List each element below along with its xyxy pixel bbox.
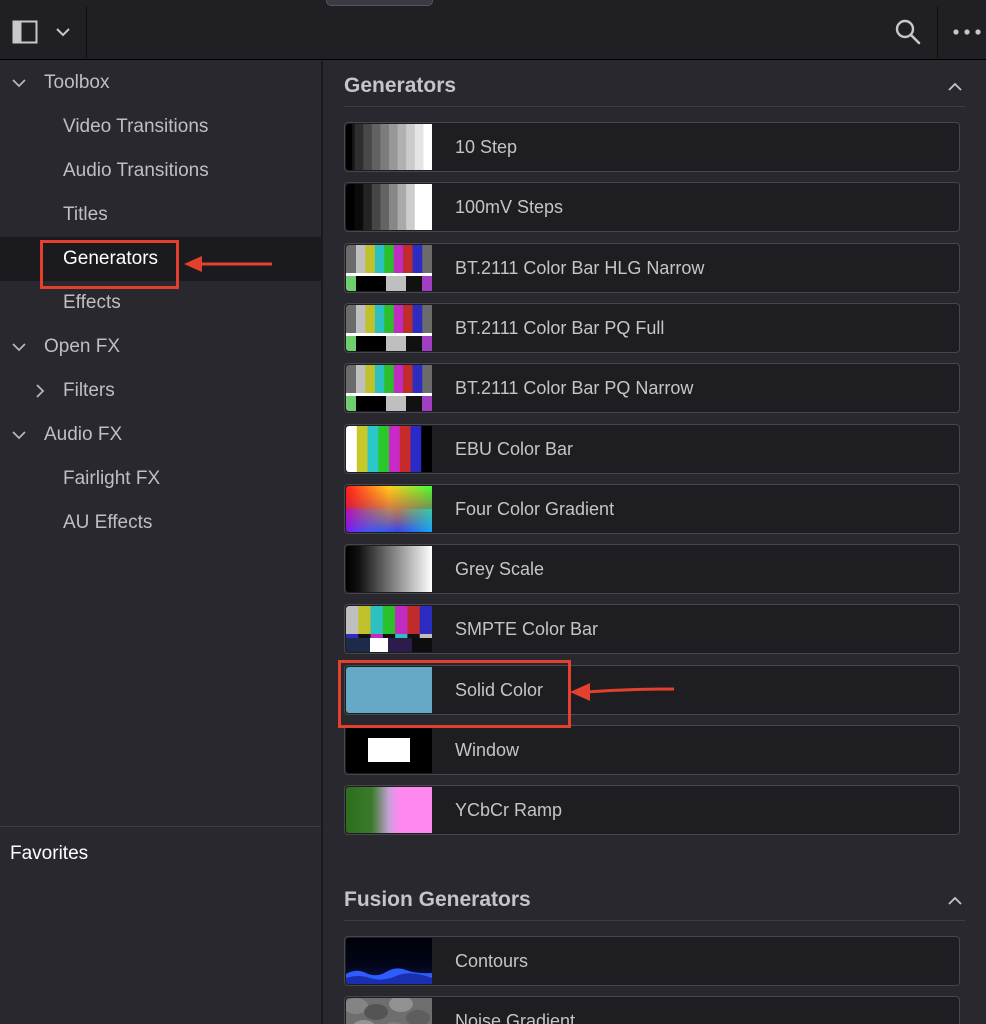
- generator-label: BT.2111 Color Bar PQ Narrow: [455, 378, 694, 398]
- generator-thumbnail: [346, 938, 432, 984]
- generator-item-100mv-steps[interactable]: 100mV Steps: [344, 182, 960, 232]
- sidebar: Toolbox Video Transitions Audio Transition…: [0, 61, 323, 1024]
- generator-item-grey-scale[interactable]: Grey Scale: [344, 544, 960, 594]
- generator-label: SMPTE Color Bar: [455, 619, 599, 639]
- thumbnail-image: [346, 546, 432, 592]
- thumbnail-image: [346, 998, 432, 1024]
- chevron-right-icon[interactable]: [32, 383, 48, 399]
- sidebar-item-label: Effects: [63, 292, 121, 313]
- sidebar-item-label: Open FX: [44, 336, 121, 357]
- thumbnail-image: [346, 365, 432, 411]
- chevron-down-icon[interactable]: [11, 339, 27, 355]
- generator-item-smpte-color-bar[interactable]: SMPTE Color Bar: [344, 604, 960, 654]
- generator-thumbnail: [346, 727, 432, 773]
- section-divider: [344, 920, 965, 921]
- chevron-down-icon[interactable]: [11, 427, 27, 443]
- sidebar-item-label: Filters: [63, 380, 115, 401]
- toolbar-separator: [86, 6, 87, 60]
- generator-label: YCbCr Ramp: [455, 800, 563, 820]
- generator-item-ebu-color-bar[interactable]: EBU Color Bar: [344, 424, 960, 474]
- sidebar-item-open-fx[interactable]: Open FX: [0, 325, 321, 369]
- generator-label: Window: [455, 740, 520, 760]
- panel-toggle-icon[interactable]: [12, 20, 38, 44]
- sidebar-item-label: Audio Transitions: [63, 160, 209, 181]
- generator-thumbnail: [346, 365, 432, 411]
- generator-thumbnail: [346, 787, 432, 833]
- thumbnail-image: [346, 426, 432, 472]
- section-title-generators: Generators: [344, 74, 457, 97]
- generator-label: Contours: [455, 951, 529, 971]
- favorites-label[interactable]: Favorites: [10, 843, 88, 865]
- thumbnail-image: [346, 787, 432, 833]
- chevron-up-icon[interactable]: [947, 894, 963, 906]
- generator-thumbnail: [346, 998, 432, 1024]
- generator-item-ycbcr-ramp[interactable]: YCbCr Ramp: [344, 785, 960, 835]
- generator-label: Noise Gradient: [455, 1011, 576, 1024]
- sidebar-item-audio-fx[interactable]: Audio FX: [0, 413, 321, 457]
- sidebar-item-video-transitions[interactable]: Video Transitions: [0, 105, 321, 149]
- generator-list-panel: Generators 10 Step 100mV Steps BT.2111 Colo…: [325, 61, 986, 1024]
- generator-thumbnail: [346, 305, 432, 351]
- section-divider: [344, 106, 965, 107]
- generator-thumbnail: [346, 184, 432, 230]
- thumbnail-image: [346, 486, 432, 532]
- generator-item-bt-2111-color-bar-pq-narrow[interactable]: BT.2111 Color Bar PQ Narrow: [344, 363, 960, 413]
- favorites-divider: [0, 826, 321, 827]
- thumbnail-image: [346, 184, 432, 230]
- toolbar-separator: [937, 6, 938, 60]
- search-icon[interactable]: [894, 18, 922, 46]
- generator-label: Grey Scale: [455, 559, 545, 579]
- annotation-arrow-icon: [570, 683, 675, 701]
- thumbnail-image: [346, 245, 432, 291]
- chevron-down-icon[interactable]: [55, 25, 71, 39]
- thumbnail-image: [346, 305, 432, 351]
- generator-item-10-step[interactable]: 10 Step: [344, 122, 960, 172]
- annotation-box-generators: [40, 240, 179, 289]
- generator-thumbnail: [346, 606, 432, 652]
- thumbnail-image: [346, 606, 432, 652]
- more-options-icon[interactable]: [950, 22, 986, 42]
- sidebar-item-au-effects[interactable]: AU Effects: [0, 501, 321, 545]
- generator-label: 100mV Steps: [455, 197, 564, 217]
- generator-thumbnail: [346, 426, 432, 472]
- thumbnail-image: [346, 727, 432, 773]
- toolbar: [0, 0, 986, 60]
- generator-item-window[interactable]: Window: [344, 725, 960, 775]
- sidebar-item-label: Video Transitions: [63, 116, 209, 137]
- thumbnail-image: [346, 124, 432, 170]
- generator-item-contours[interactable]: Contours: [344, 936, 960, 986]
- generator-label: BT.2111 Color Bar HLG Narrow: [455, 258, 705, 278]
- sidebar-item-audio-transitions[interactable]: Audio Transitions: [0, 149, 321, 193]
- section-title-fusion-generators: Fusion Generators: [344, 888, 531, 911]
- generator-label: 10 Step: [455, 137, 518, 157]
- sidebar-item-toolbox[interactable]: Toolbox: [0, 61, 321, 105]
- annotation-arrow-icon: [184, 256, 272, 272]
- generator-label: Four Color Gradient: [455, 499, 615, 519]
- generator-thumbnail: [346, 546, 432, 592]
- sidebar-item-filters[interactable]: Filters: [0, 369, 321, 413]
- top-tab-handle[interactable]: [326, 0, 433, 6]
- generator-label: BT.2111 Color Bar PQ Full: [455, 318, 665, 338]
- annotation-box-solid-color: [338, 660, 571, 728]
- sidebar-item-fairlight-fx[interactable]: Fairlight FX: [0, 457, 321, 501]
- effects-library-window: Toolbox Video Transitions Audio Transition…: [0, 0, 986, 1024]
- sidebar-item-label: Titles: [63, 204, 108, 225]
- generator-item-bt-2111-color-bar-pq-full[interactable]: BT.2111 Color Bar PQ Full: [344, 303, 960, 353]
- generator-thumbnail: [346, 124, 432, 170]
- sidebar-item-label: AU Effects: [63, 512, 153, 533]
- chevron-up-icon[interactable]: [947, 80, 963, 92]
- chevron-down-icon[interactable]: [11, 75, 27, 91]
- sidebar-item-label: Toolbox: [44, 72, 110, 93]
- generator-label: EBU Color Bar: [455, 439, 574, 459]
- thumbnail-image: [346, 938, 432, 984]
- sidebar-item-label: Fairlight FX: [63, 468, 161, 489]
- generator-item-noise-gradient[interactable]: Noise Gradient: [344, 996, 960, 1024]
- generator-thumbnail: [346, 486, 432, 532]
- generator-item-four-color-gradient[interactable]: Four Color Gradient: [344, 484, 960, 534]
- sidebar-item-label: Audio FX: [44, 424, 123, 445]
- generator-thumbnail: [346, 245, 432, 291]
- sidebar-item-titles[interactable]: Titles: [0, 193, 321, 237]
- generator-item-bt-2111-color-bar-hlg-narrow[interactable]: BT.2111 Color Bar HLG Narrow: [344, 243, 960, 293]
